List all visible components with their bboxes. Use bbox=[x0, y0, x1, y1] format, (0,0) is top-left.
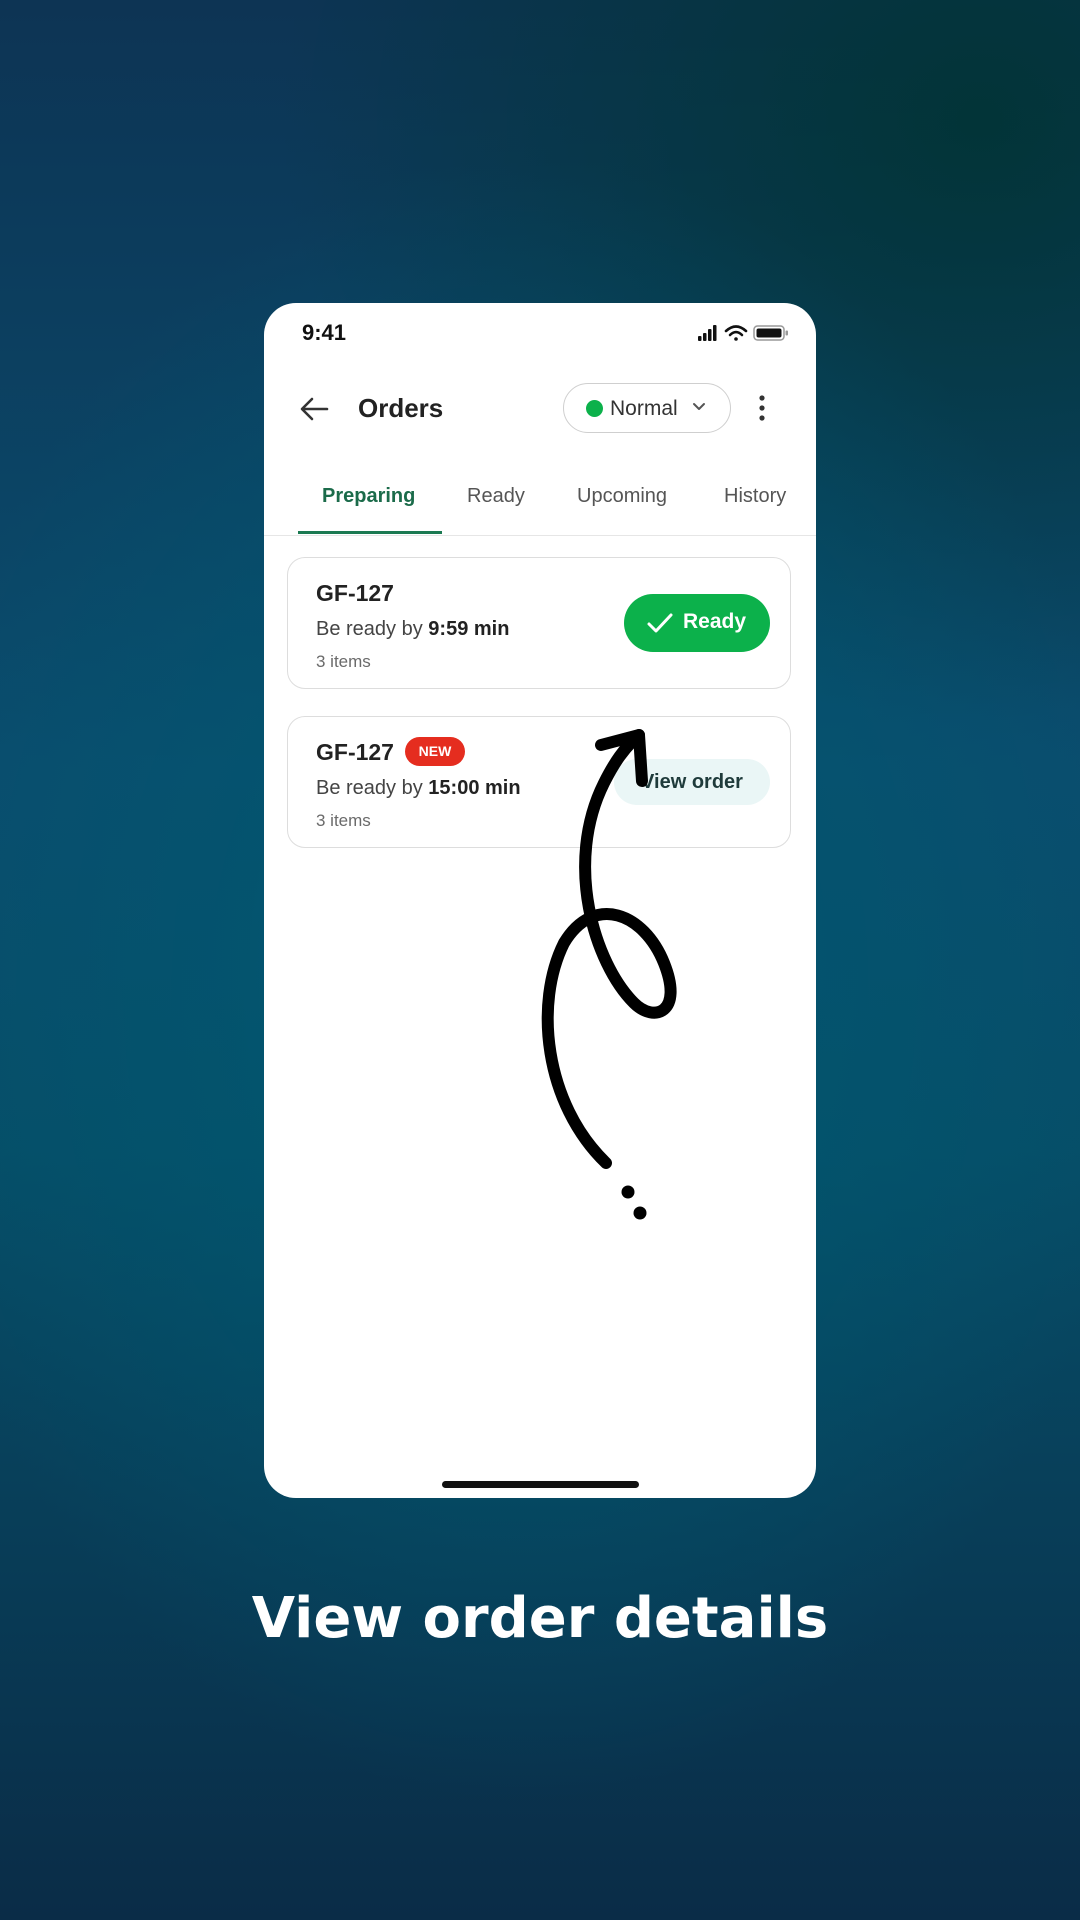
status-bar: 9:41 bbox=[264, 303, 816, 363]
page-title: Orders bbox=[358, 393, 444, 423]
tab-bar: Preparing Ready Upcoming History bbox=[264, 473, 816, 536]
status-dot-icon bbox=[586, 400, 603, 417]
signal-icon bbox=[698, 325, 717, 341]
mode-label: Normal bbox=[610, 397, 678, 420]
arrow-left-icon[interactable] bbox=[298, 395, 330, 423]
new-badge: NEW bbox=[405, 737, 465, 766]
home-indicator bbox=[442, 1481, 639, 1488]
mode-select[interactable]: Normal bbox=[563, 383, 731, 433]
view-order-button[interactable]: View order bbox=[614, 759, 770, 805]
tab-upcoming[interactable]: Upcoming bbox=[577, 485, 667, 508]
more-vertical-icon[interactable] bbox=[752, 393, 772, 423]
order-item-count: 3 items bbox=[316, 811, 371, 830]
check-icon bbox=[647, 613, 673, 633]
order-id: GF-127 bbox=[316, 739, 394, 765]
header: Orders Normal bbox=[264, 379, 816, 439]
order-eta: Be ready by 9:59 min bbox=[316, 618, 510, 640]
order-id: GF-127 bbox=[316, 580, 394, 606]
status-icons bbox=[698, 325, 788, 341]
wifi-icon bbox=[724, 325, 748, 341]
order-card[interactable]: GF-127 NEW Be ready by 15:00 min 3 items… bbox=[287, 716, 791, 848]
order-eta-value: 9:59 min bbox=[428, 618, 510, 640]
battery-icon bbox=[753, 325, 788, 341]
mark-ready-button[interactable]: Ready bbox=[624, 594, 770, 652]
tab-active-indicator bbox=[298, 531, 442, 534]
phone-screen: 9:41 Orders Normal Preparing Ready Upcom… bbox=[264, 303, 816, 1498]
order-card[interactable]: GF-127 Be ready by 9:59 min 3 items Read… bbox=[287, 557, 791, 689]
order-eta: Be ready by 15:00 min bbox=[316, 777, 521, 799]
chevron-down-icon bbox=[693, 403, 705, 410]
tab-ready[interactable]: Ready bbox=[467, 485, 525, 508]
status-time: 9:41 bbox=[302, 320, 347, 345]
tab-preparing[interactable]: Preparing bbox=[322, 485, 415, 508]
tab-history[interactable]: History bbox=[724, 485, 786, 508]
mark-ready-label: Ready bbox=[683, 610, 747, 633]
caption: View order details bbox=[251, 1586, 829, 1651]
order-eta-value: 15:00 min bbox=[428, 777, 521, 799]
order-item-count: 3 items bbox=[316, 652, 371, 671]
